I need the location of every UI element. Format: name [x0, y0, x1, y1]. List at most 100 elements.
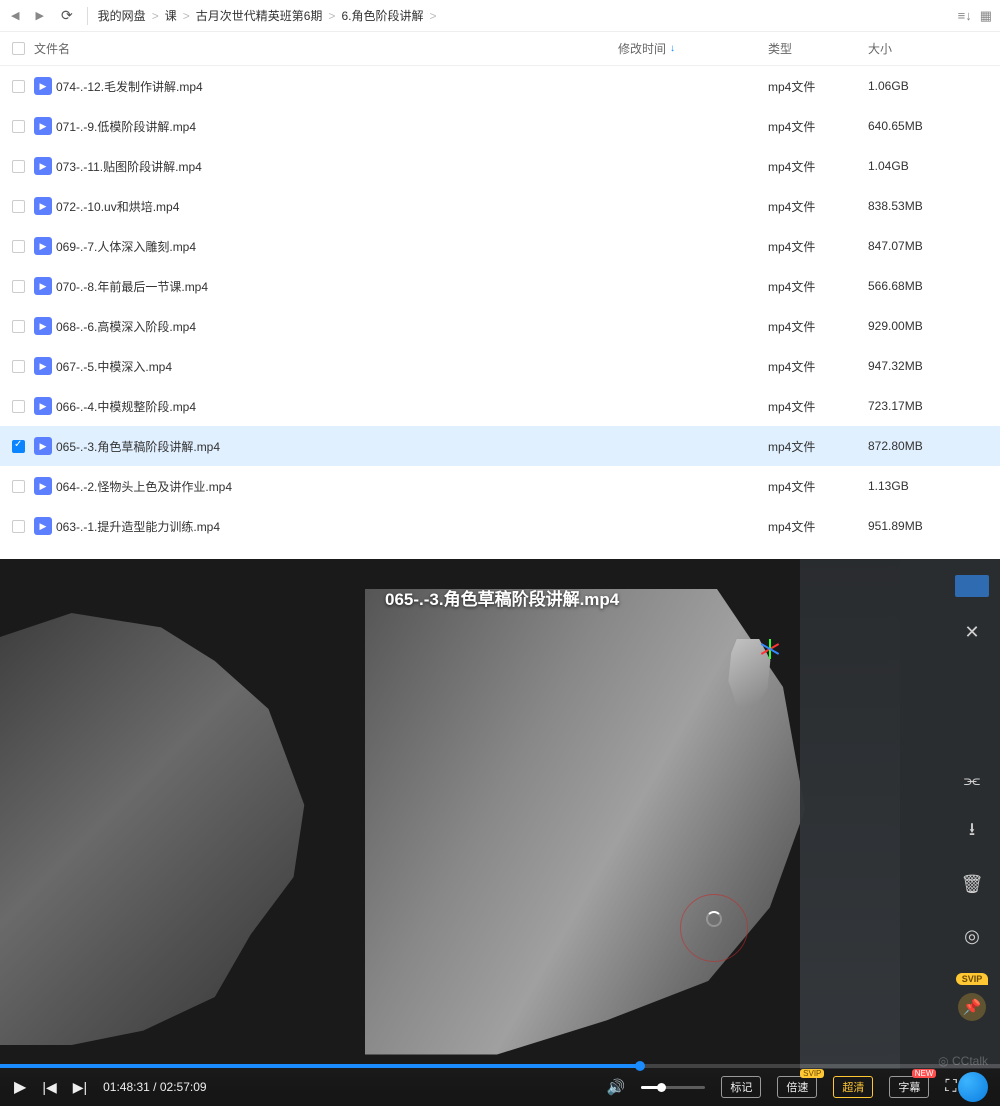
divider [87, 7, 88, 25]
file-list: ▶074-.-12.毛发制作讲解.mp4mp4文件1.06GB▶071-.-9.… [0, 66, 1000, 559]
video-file-icon: ▶ [34, 397, 52, 415]
sort-arrow-icon: ↓ [670, 43, 675, 54]
table-row[interactable]: ▶066-.-4.中模规整阶段.mp4mp4文件723.17MB [0, 386, 1000, 426]
breadcrumb-item[interactable]: 我的网盘 [98, 7, 146, 24]
video-canvas[interactable] [0, 559, 1000, 1106]
file-size: 566.68MB [868, 279, 988, 293]
file-type: mp4文件 [768, 478, 868, 495]
volume-icon[interactable]: 🔊 [607, 1078, 626, 1096]
quality-button[interactable]: 超清 [833, 1076, 873, 1098]
row-checkbox[interactable] [12, 400, 25, 413]
subtitle-button[interactable]: 字幕NEW [889, 1076, 929, 1098]
file-type: mp4文件 [768, 78, 868, 95]
table-row[interactable]: ▶070-.-8.年前最后一节课.mp4mp4文件566.68MB [0, 266, 1000, 306]
video-file-icon: ▶ [34, 277, 52, 295]
nav-forward-icon[interactable]: ▶ [32, 9, 46, 22]
close-icon[interactable]: ✕ [955, 615, 989, 649]
table-row[interactable]: ▶074-.-12.毛发制作讲解.mp4mp4文件1.06GB [0, 66, 1000, 106]
header-size[interactable]: 大小 [868, 40, 988, 57]
share-icon[interactable]: ⫘ [955, 763, 989, 797]
file-name: 074-.-12.毛发制作讲解.mp4 [56, 78, 618, 95]
volume-slider[interactable] [641, 1086, 705, 1089]
file-name: 067-.-5.中模深入.mp4 [56, 358, 618, 375]
record-icon[interactable]: ◎ [955, 919, 989, 953]
table-header: 文件名 修改时间↓ 类型 大小 [0, 32, 1000, 66]
zbrush-tool-panel [800, 559, 900, 1069]
file-size: 1.06GB [868, 79, 988, 93]
file-size: 1.13GB [868, 479, 988, 493]
grid-view-icon[interactable]: ▦ [980, 8, 992, 24]
loading-spinner-icon [706, 911, 722, 927]
pin-icon[interactable]: 📌 [958, 993, 986, 1021]
file-type: mp4文件 [768, 358, 868, 375]
row-checkbox[interactable] [12, 320, 25, 333]
file-name: 066-.-4.中模规整阶段.mp4 [56, 398, 618, 415]
fullscreen-icon[interactable]: ⛶ [945, 1078, 956, 1096]
row-checkbox[interactable] [12, 480, 25, 493]
refresh-icon[interactable]: ⟳ [57, 7, 77, 24]
sculpture-reference [0, 589, 358, 1069]
play-icon[interactable]: ▶ [14, 1077, 26, 1097]
file-size: 929.00MB [868, 319, 988, 333]
chevron-right-icon: > [152, 9, 159, 23]
breadcrumb-item[interactable]: 6.角色阶段讲解 [341, 7, 423, 24]
table-row[interactable]: ▶073-.-11.贴图阶段讲解.mp4mp4文件1.04GB [0, 146, 1000, 186]
video-file-icon: ▶ [34, 117, 52, 135]
table-row[interactable]: ▶064-.-2.怪物头上色及讲作业.mp4mp4文件1.13GB [0, 466, 1000, 506]
file-size: 951.89MB [868, 519, 988, 533]
player-controls: ▶ |◀ ▶| 01:48:31 / 02:57:09 🔊 标记 倍速SVIP … [0, 1068, 1000, 1106]
table-row[interactable]: ▶063-.-1.提升造型能力训练.mp4mp4文件951.89MB [0, 506, 1000, 546]
row-checkbox[interactable] [12, 160, 25, 173]
table-row[interactable]: ▶065-.-3.角色草稿阶段讲解.mp4mp4文件872.80MB [0, 426, 1000, 466]
file-size: 947.32MB [868, 359, 988, 373]
file-size: 847.07MB [868, 239, 988, 253]
breadcrumb-item[interactable]: 古月次世代精英班第6期 [196, 7, 323, 24]
next-icon[interactable]: ▶| [73, 1079, 87, 1096]
trash-icon[interactable]: 🗑 [955, 867, 989, 901]
chevron-right-icon: > [183, 9, 190, 23]
axis-gizmo-icon [755, 634, 785, 664]
row-checkbox[interactable] [12, 80, 25, 93]
prev-icon[interactable]: |◀ [42, 1079, 56, 1096]
header-date[interactable]: 修改时间↓ [618, 40, 768, 57]
file-name: 068-.-6.高模深入阶段.mp4 [56, 318, 618, 335]
video-file-icon: ▶ [34, 237, 52, 255]
row-checkbox[interactable] [12, 200, 25, 213]
file-type: mp4文件 [768, 158, 868, 175]
mark-button[interactable]: 标记 [721, 1076, 761, 1098]
cursor-ring [680, 894, 748, 962]
table-row[interactable]: ▶068-.-6.高模深入阶段.mp4mp4文件929.00MB [0, 306, 1000, 346]
video-file-icon: ▶ [34, 437, 52, 455]
file-size: 838.53MB [868, 199, 988, 213]
download-icon[interactable]: ⭳ [955, 815, 989, 849]
table-row[interactable]: ▶067-.-5.中模深入.mp4mp4文件947.32MB [0, 346, 1000, 386]
file-type: mp4文件 [768, 318, 868, 335]
nav-back-icon[interactable]: ◀ [8, 9, 22, 22]
table-row[interactable]: ▶071-.-9.低模阶段讲解.mp4mp4文件640.65MB [0, 106, 1000, 146]
speed-button[interactable]: 倍速SVIP [777, 1076, 817, 1098]
sort-icon[interactable]: ≡↓ [958, 8, 972, 24]
select-all-checkbox[interactable] [12, 42, 25, 55]
svip-badge: SVIP [956, 973, 989, 985]
chat-bubble-icon[interactable] [958, 1072, 988, 1102]
file-name: 070-.-8.年前最后一节课.mp4 [56, 278, 618, 295]
time-display: 01:48:31 / 02:57:09 [103, 1080, 206, 1094]
chevron-right-icon: > [429, 9, 436, 23]
row-checkbox[interactable] [12, 120, 25, 133]
header-type[interactable]: 类型 [768, 40, 868, 57]
pip-thumbnail[interactable] [955, 575, 989, 597]
header-name[interactable]: 文件名 [34, 40, 618, 57]
table-row[interactable]: ▶072-.-10.uv和烘培.mp4mp4文件838.53MB [0, 186, 1000, 226]
video-player: 065-.-3.角色草稿阶段讲解.mp4 ✕ ⫘ ⭳ 🗑 ◎ SVIP 📌 ▶ … [0, 559, 1000, 1106]
row-checkbox[interactable] [12, 520, 25, 533]
breadcrumb-item[interactable]: 课 [165, 7, 177, 24]
table-row[interactable]: ▶069-.-7.人体深入雕刻.mp4mp4文件847.07MB [0, 226, 1000, 266]
row-checkbox[interactable] [12, 440, 25, 453]
video-file-icon: ▶ [34, 477, 52, 495]
file-name: 065-.-3.角色草稿阶段讲解.mp4 [56, 438, 618, 455]
row-checkbox[interactable] [12, 360, 25, 373]
row-checkbox[interactable] [12, 240, 25, 253]
row-checkbox[interactable] [12, 280, 25, 293]
watermark: ◎ CCtalk [938, 1054, 988, 1068]
file-size: 872.80MB [868, 439, 988, 453]
